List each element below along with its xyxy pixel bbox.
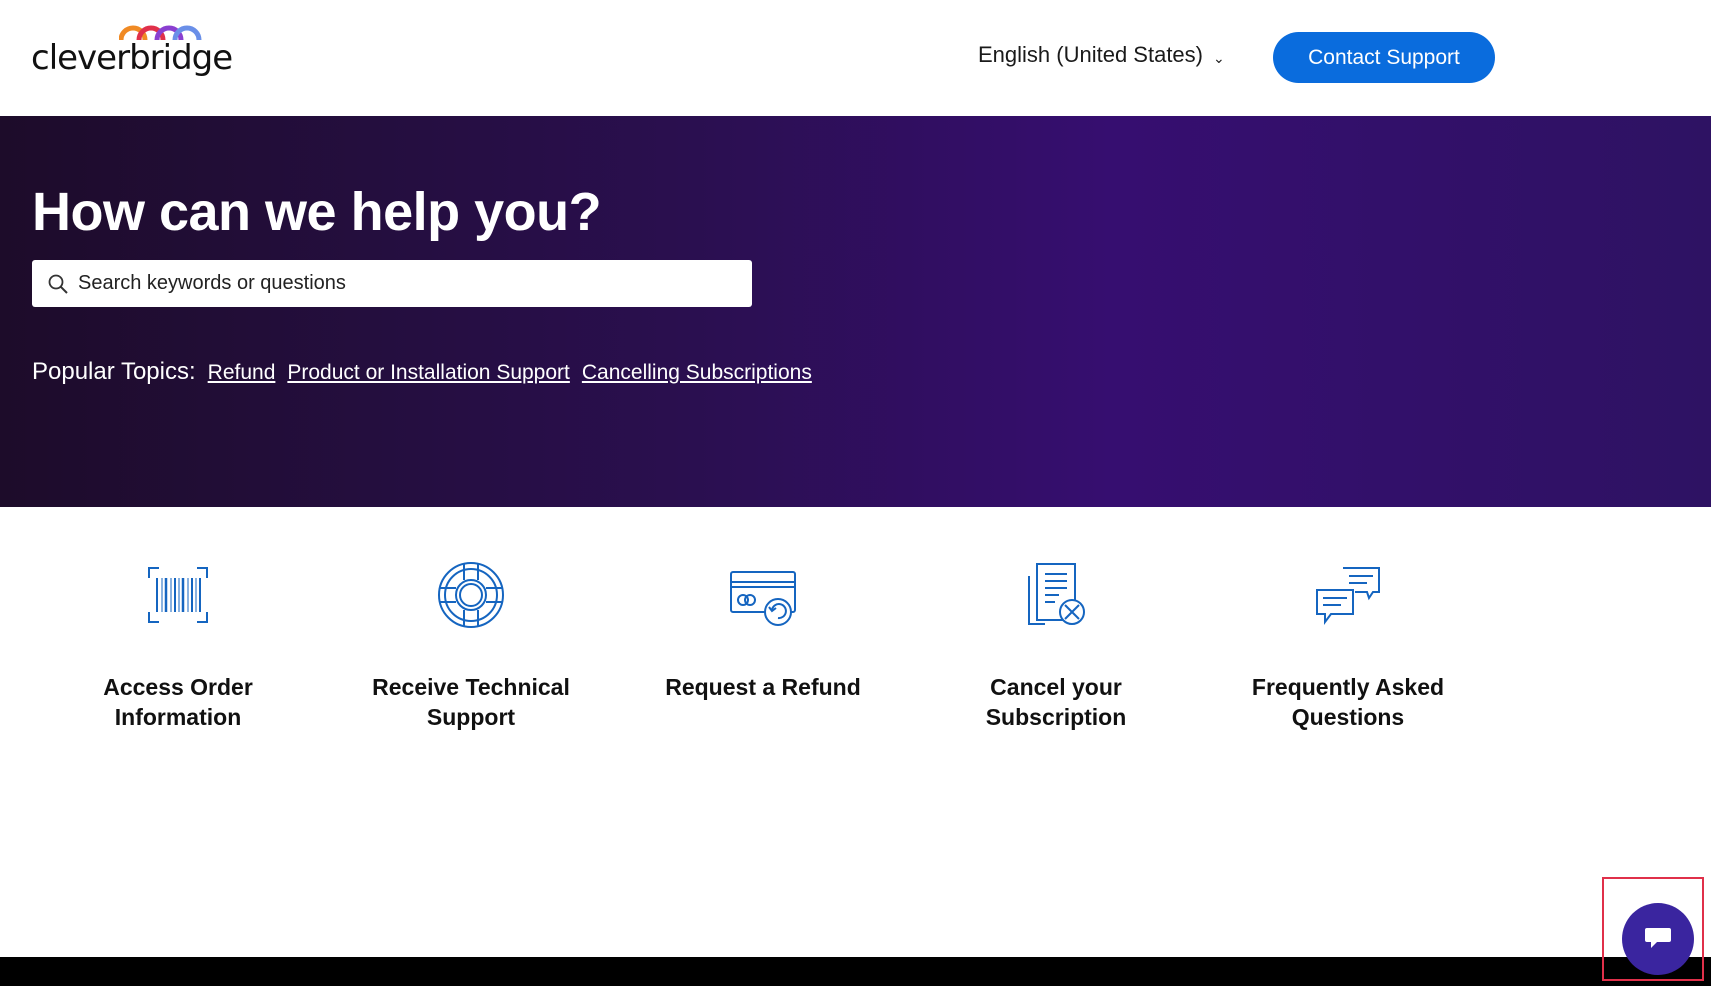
popular-topics-label: Popular Topics: bbox=[32, 358, 196, 385]
language-selector[interactable]: English (United States) ⌄ bbox=[978, 42, 1225, 68]
popular-link-refund[interactable]: Refund bbox=[208, 361, 276, 385]
footer-bar bbox=[0, 957, 1711, 986]
popular-link-cancelling-subscriptions[interactable]: Cancelling Subscriptions bbox=[582, 361, 812, 385]
card-access-order[interactable]: Access Order Information bbox=[48, 560, 308, 732]
chat-launcher-button[interactable] bbox=[1622, 903, 1694, 975]
card-label: Request a Refund bbox=[665, 674, 861, 700]
contact-support-button[interactable]: Contact Support bbox=[1273, 32, 1495, 83]
popular-link-product-support[interactable]: Product or Installation Support bbox=[287, 361, 570, 385]
card-label: Frequently Asked Questions bbox=[1251, 674, 1445, 730]
lifebuoy-icon bbox=[438, 562, 504, 628]
hero-section: How can we help you? Popular Topics: Ref… bbox=[0, 116, 1711, 507]
page: cleverbridge English (United States) ⌄ C… bbox=[0, 0, 1711, 986]
card-faq[interactable]: Frequently Asked Questions bbox=[1218, 560, 1478, 732]
search-input[interactable] bbox=[78, 272, 718, 295]
help-cards: Access Order Information Receive Technic… bbox=[0, 560, 1711, 760]
card-technical-support[interactable]: Receive Technical Support bbox=[341, 560, 601, 732]
logo-text: cleverbridge bbox=[31, 38, 233, 78]
cleverbridge-logo[interactable]: cleverbridge bbox=[31, 18, 233, 78]
card-label: Receive Technical Support bbox=[372, 674, 570, 730]
popular-topics: Popular Topics: Refund Product or Instal… bbox=[32, 358, 812, 386]
barcode-icon bbox=[148, 567, 208, 623]
search-icon bbox=[48, 274, 68, 294]
card-label: Cancel your Subscription bbox=[985, 674, 1127, 730]
hero-title: How can we help you? bbox=[32, 182, 602, 242]
document-cancel-icon bbox=[1028, 563, 1085, 625]
chat-bubbles-icon bbox=[1316, 567, 1380, 625]
card-cancel-subscription[interactable]: Cancel your Subscription bbox=[926, 560, 1186, 732]
search-box[interactable] bbox=[32, 260, 752, 307]
language-label: English (United States) bbox=[978, 42, 1203, 67]
credit-card-refund-icon bbox=[730, 571, 796, 626]
chat-icon bbox=[1645, 928, 1671, 948]
card-request-refund[interactable]: Request a Refund bbox=[633, 560, 893, 702]
chevron-down-icon: ⌄ bbox=[1213, 49, 1225, 66]
site-header: cleverbridge English (United States) ⌄ C… bbox=[0, 0, 1711, 116]
card-label: Access Order Information bbox=[103, 674, 253, 730]
